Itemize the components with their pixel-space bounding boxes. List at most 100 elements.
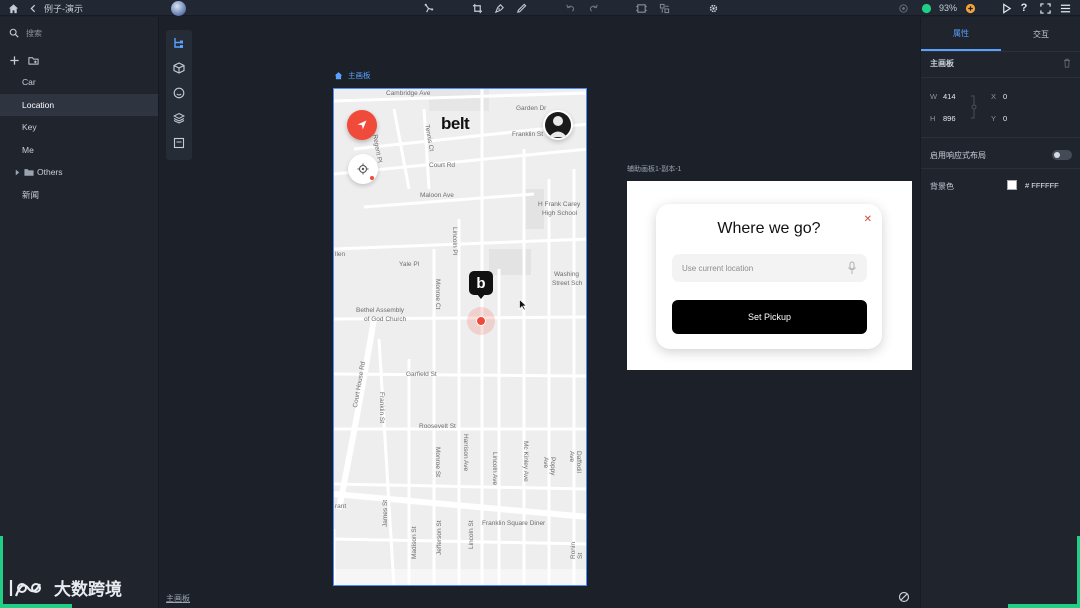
x-label: X — [991, 92, 997, 101]
main-artboard[interactable]: Cambridge Ave Garden Dr Franklin St Rege… — [333, 88, 587, 586]
project-avatar[interactable] — [171, 1, 186, 16]
menu-hamburger-icon[interactable] — [1058, 0, 1072, 16]
add-folder-icon[interactable] — [28, 55, 39, 66]
map-label: Jefferson St — [436, 520, 443, 555]
target-icon[interactable] — [896, 0, 910, 16]
lock-ratio-icon[interactable] — [969, 94, 979, 120]
pen-tool-icon[interactable] — [492, 0, 506, 16]
page-search[interactable]: 搜索 — [0, 17, 158, 49]
add-page-icon[interactable] — [9, 55, 20, 66]
stack-layers-icon[interactable] — [166, 107, 192, 129]
location-placeholder: Use current location — [682, 263, 754, 273]
responsive-layout-label: 启用响应式布局 — [930, 151, 986, 160]
tab-properties[interactable]: 属性 — [921, 17, 1001, 51]
map-label: High School — [542, 210, 578, 217]
crop-tool-icon[interactable] — [470, 0, 484, 16]
map-label: Monroe Ct — [434, 279, 441, 310]
layers-tree-icon[interactable] — [166, 32, 192, 54]
page-item-me[interactable]: Me — [0, 139, 158, 162]
close-icon[interactable]: ✕ — [864, 214, 872, 225]
back-chevron-icon[interactable] — [28, 0, 38, 16]
folder-others[interactable]: Others — [14, 167, 63, 177]
trash-icon[interactable] — [1062, 58, 1072, 68]
map-marker-label[interactable]: b — [469, 271, 493, 295]
current-board-link[interactable]: 主画板 — [166, 593, 190, 604]
locate-me-button[interactable] — [348, 154, 378, 184]
y-input[interactable]: 0 — [1003, 114, 1007, 123]
map-label: Bethel Assembly — [356, 307, 405, 314]
width-input[interactable]: 414 — [943, 92, 956, 101]
settings-gear-icon[interactable] — [706, 0, 720, 16]
map-label: Madison St — [411, 526, 418, 559]
background-color-swatch[interactable] — [1007, 180, 1017, 190]
main-board-label[interactable]: 主画板 — [334, 70, 371, 81]
background-color-label: 背景色 — [930, 182, 954, 191]
map-label: Tennis Ct — [423, 124, 435, 152]
set-pickup-button[interactable]: Set Pickup — [672, 300, 867, 334]
layer-tool-strip — [166, 30, 192, 160]
section-title: 主画板 — [930, 59, 954, 68]
folder-label: Others — [37, 167, 63, 178]
page-item-location[interactable]: Location — [0, 93, 158, 116]
x-input[interactable]: 0 — [1003, 92, 1007, 101]
top-toolbar: 例子-演示 93% ? — [0, 0, 1080, 16]
map-label: of God Church — [364, 316, 407, 323]
help-question-icon[interactable]: ? — [1018, 0, 1030, 16]
map-label: Court House Rd — [352, 361, 367, 409]
fullscreen-icon[interactable] — [1038, 0, 1052, 16]
card-title: Where we go? — [717, 220, 821, 237]
brand-watermark: 大数跨境 — [8, 575, 122, 600]
tab-interaction[interactable]: 交互 — [1001, 17, 1080, 51]
divider — [921, 77, 1080, 78]
user-avatar[interactable] — [543, 110, 573, 140]
map-label: James St — [382, 499, 389, 527]
user-avatar-icon — [545, 112, 571, 138]
height-input[interactable]: 896 — [943, 114, 956, 123]
frame-tool-icon[interactable] — [634, 0, 648, 16]
map-label: Lincoln St — [468, 520, 475, 549]
map-label: Franklin St — [512, 131, 544, 138]
divider — [921, 168, 1080, 169]
page-item-key[interactable]: Key — [0, 116, 158, 139]
undo-icon[interactable] — [563, 0, 577, 16]
background-color-value[interactable]: # FFFFFF — [1025, 181, 1059, 190]
map-label: Lincoln Pl — [451, 227, 458, 256]
link-tool-icon[interactable] — [421, 0, 435, 16]
page-item-others[interactable]: Others — [0, 161, 158, 184]
project-name[interactable]: 例子-演示 — [44, 0, 104, 16]
disable-icon[interactable] — [898, 591, 910, 603]
map-label: H Frank Carey — [538, 201, 581, 208]
component-tool-icon[interactable] — [657, 0, 671, 16]
zoom-level[interactable]: 93% — [936, 0, 960, 16]
responsive-layout-toggle[interactable] — [1052, 150, 1072, 160]
map-label: Maloon Ave — [420, 192, 454, 199]
aux-artboard[interactable]: Where we go? ✕ Use current location Set … — [627, 181, 912, 370]
page-item-news[interactable]: 新闻 — [0, 184, 158, 207]
pages-panel: 搜索 Car Location Key Me Others 新闻 大数跨境 — [0, 17, 159, 608]
width-label: W — [930, 92, 938, 101]
redo-icon[interactable] — [586, 0, 600, 16]
notification-icon[interactable] — [964, 0, 976, 16]
preview-play-icon[interactable] — [999, 0, 1013, 16]
map-label: Franklin Square Diner — [482, 520, 546, 527]
current-location-dot[interactable] — [476, 316, 486, 326]
pencil-tool-icon[interactable] — [514, 0, 528, 16]
home-icon[interactable] — [6, 0, 20, 16]
map-label: Ronin St — [570, 542, 584, 559]
divider — [921, 51, 1080, 52]
navigate-button[interactable] — [347, 110, 377, 140]
corner-accent — [1008, 604, 1080, 608]
home-board-icon — [334, 72, 343, 80]
component-cube-icon[interactable] — [166, 57, 192, 79]
page-item-car[interactable]: Car — [0, 71, 158, 94]
search-placeholder: 搜索 — [26, 28, 42, 38]
microphone-icon[interactable] — [847, 261, 857, 275]
location-input[interactable]: Use current location — [672, 254, 867, 282]
emoji-icon[interactable] — [166, 82, 192, 104]
page-panel-icon[interactable] — [166, 132, 192, 154]
map-label: llen — [335, 251, 346, 258]
online-status-icon — [920, 0, 932, 16]
aux-board-label[interactable]: 辅助画板1-副本-1 — [627, 164, 681, 174]
caret-right-icon[interactable] — [14, 169, 21, 176]
map-label: Washing — [554, 271, 580, 278]
